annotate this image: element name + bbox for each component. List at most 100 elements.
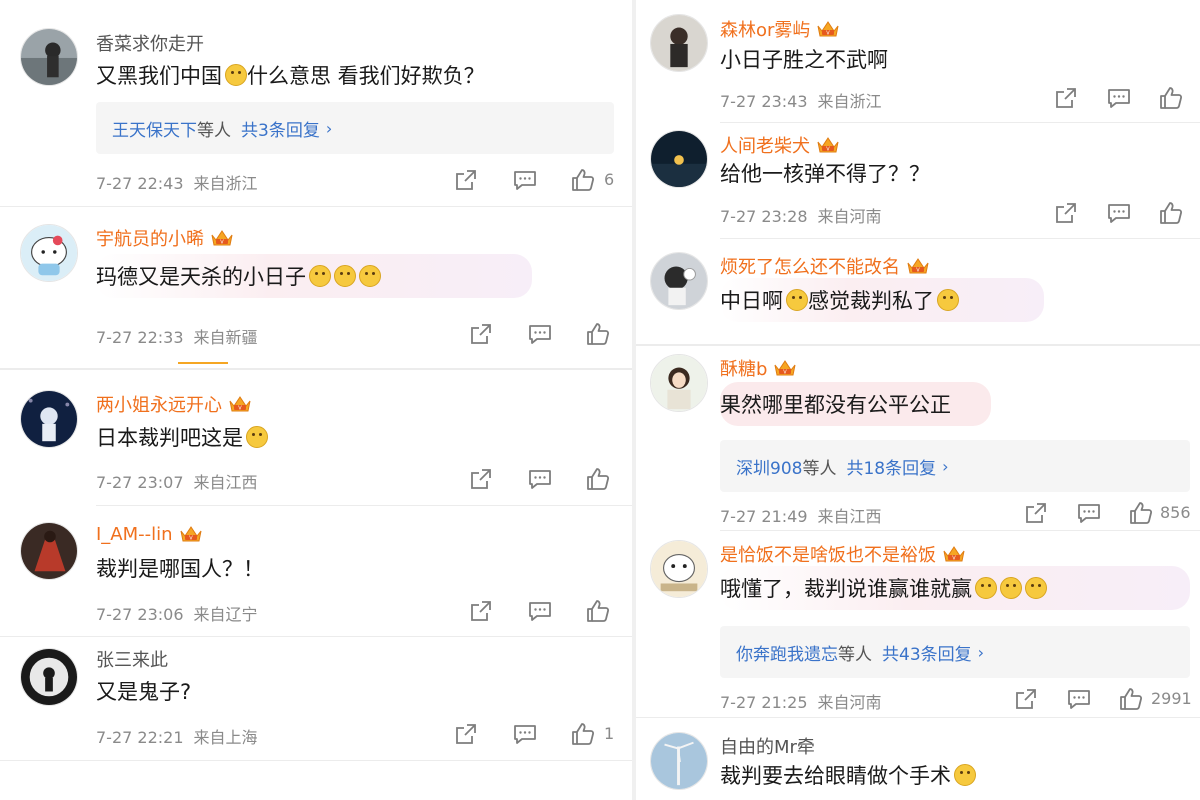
avatar[interactable] xyxy=(20,522,78,580)
username-text[interactable]: 是恰饭不是啥饭也不是裕饭 xyxy=(720,541,936,567)
username[interactable]: 烦死了怎么还不能改名 V xyxy=(720,253,930,279)
comment-icon[interactable] xyxy=(527,598,553,624)
comment-text-part: 感觉裁判私了 xyxy=(808,289,934,313)
comment-icon[interactable] xyxy=(1066,686,1092,712)
share-icon[interactable] xyxy=(453,167,479,193)
avatar[interactable] xyxy=(20,648,78,706)
share-icon[interactable] xyxy=(468,321,494,347)
comment-text-part: 小日子胜之不武啊 xyxy=(720,48,888,72)
thumbs-up-icon[interactable] xyxy=(585,321,611,347)
username[interactable]: 森林or雾屿 V xyxy=(720,16,840,42)
username-text[interactable]: 森林or雾屿 xyxy=(720,16,810,42)
reply-summary[interactable]: 深圳908 等人 共18条回复 › xyxy=(720,440,1190,492)
avatar[interactable] xyxy=(20,28,78,86)
comment-icon[interactable] xyxy=(1106,200,1132,226)
reply-names[interactable]: 你奔跑我遗忘 xyxy=(736,640,838,665)
location: 来自河南 xyxy=(817,693,882,712)
username-text[interactable]: 宇航员的小晞 xyxy=(96,225,204,251)
timestamp: 7-27 22:43 xyxy=(96,174,184,193)
share-icon[interactable] xyxy=(1013,686,1039,712)
avatar[interactable] xyxy=(20,224,78,282)
share-icon[interactable] xyxy=(453,721,479,747)
emoji-icon xyxy=(359,265,381,287)
username-text[interactable]: 自由的Mr牵 xyxy=(720,733,815,759)
avatar[interactable] xyxy=(650,354,708,412)
comment-icon[interactable] xyxy=(512,721,538,747)
emoji-icon xyxy=(334,265,356,287)
comment-icon[interactable] xyxy=(1076,500,1102,526)
comment-icon[interactable] xyxy=(527,321,553,347)
chevron-right-icon: › xyxy=(942,456,949,476)
reply-count[interactable]: 共3条回复 xyxy=(241,116,320,141)
username[interactable]: 人间老柴犬 V xyxy=(720,132,840,158)
username-text[interactable]: 两小姐永远开心 xyxy=(96,391,222,417)
emoji-icon xyxy=(937,289,959,311)
comment-text: 玛德又是天杀的小日子 xyxy=(96,254,532,298)
reply-summary[interactable]: 王天保天下 等人 共3条回复 › xyxy=(96,102,614,154)
divider xyxy=(0,206,632,207)
thumbs-up-icon[interactable] xyxy=(1128,500,1154,526)
comment-text-part: 日本裁判吧这是 xyxy=(96,426,243,450)
avatar[interactable] xyxy=(650,732,708,790)
username[interactable]: 宇航员的小晞 V xyxy=(96,225,234,251)
share-icon[interactable] xyxy=(1053,200,1079,226)
thumbs-up-icon[interactable] xyxy=(570,167,596,193)
username-text[interactable]: I_AM--lin xyxy=(96,524,173,545)
username[interactable]: I_AM--lin V xyxy=(96,523,203,545)
timestamp: 7-27 23:07 xyxy=(96,473,184,492)
username[interactable]: 香菜求你走开 xyxy=(96,30,204,56)
reply-names[interactable]: 深圳908 xyxy=(736,454,802,479)
column-divider xyxy=(632,0,636,800)
emoji-icon xyxy=(786,289,808,311)
username-text[interactable]: 香菜求你走开 xyxy=(96,30,204,56)
avatar[interactable] xyxy=(650,130,708,188)
thumbs-up-icon[interactable] xyxy=(1118,686,1144,712)
comment-text-part: 裁判是哪国人？！ xyxy=(96,557,264,581)
username[interactable]: 酥糖b V xyxy=(720,355,797,381)
thumbs-up-icon[interactable] xyxy=(1158,85,1184,111)
reply-count[interactable]: 共18条回复 xyxy=(846,454,936,479)
comment-text: 裁判是哪国人？！ xyxy=(96,553,264,583)
svg-text:V: V xyxy=(238,406,242,412)
reply-suffix: 等人 xyxy=(802,458,837,479)
thumbs-up-icon[interactable] xyxy=(585,466,611,492)
crown-badge-icon: V xyxy=(906,255,930,277)
crown-badge-icon: V xyxy=(179,523,203,545)
thumbs-up-icon[interactable] xyxy=(585,598,611,624)
thumbs-up-icon[interactable] xyxy=(570,721,596,747)
share-icon[interactable] xyxy=(1053,85,1079,111)
crown-badge-icon: V xyxy=(773,357,797,379)
like-count: 1 xyxy=(604,724,615,743)
avatar[interactable] xyxy=(20,390,78,448)
comment-icon[interactable] xyxy=(527,466,553,492)
comment-text-part: 中日啊 xyxy=(720,289,783,313)
username[interactable]: 自由的Mr牵 xyxy=(720,733,815,759)
reply-names[interactable]: 王天保天下 xyxy=(112,116,197,141)
username[interactable]: 两小姐永远开心 V xyxy=(96,391,252,417)
username-text[interactable]: 烦死了怎么还不能改名 xyxy=(720,253,900,279)
thumbs-up-icon[interactable] xyxy=(1158,200,1184,226)
avatar[interactable] xyxy=(650,14,708,72)
share-icon[interactable] xyxy=(468,598,494,624)
username-text[interactable]: 张三来此 xyxy=(96,646,168,672)
comment-text: 又黑我们中国 什么意思 看我们好欺负？ xyxy=(96,60,485,90)
comment-text-part: 又黑我们中国 xyxy=(96,64,222,88)
comment-icon[interactable] xyxy=(512,167,538,193)
reply-count[interactable]: 共43条回复 xyxy=(882,640,972,665)
share-icon[interactable] xyxy=(468,466,494,492)
comment-text-part: 给他一核弹不得了？？ xyxy=(720,162,930,186)
reply-suffix: 等人 xyxy=(838,644,872,665)
share-icon[interactable] xyxy=(1023,500,1049,526)
divider xyxy=(96,505,632,506)
comment-icon[interactable] xyxy=(1106,85,1132,111)
username[interactable]: 是恰饭不是啥饭也不是裕饭 V xyxy=(720,541,966,567)
avatar[interactable] xyxy=(650,540,708,598)
avatar[interactable] xyxy=(650,252,708,310)
username-text[interactable]: 人间老柴犬 xyxy=(720,132,810,158)
username-text[interactable]: 酥糖b xyxy=(720,355,767,381)
comment-text: 又是鬼子? xyxy=(96,676,191,706)
timestamp: 7-27 23:06 xyxy=(96,605,184,624)
reply-summary[interactable]: 你奔跑我遗忘 等人 共43条回复 › xyxy=(720,626,1190,678)
username[interactable]: 张三来此 xyxy=(96,646,168,672)
divider xyxy=(0,368,632,370)
